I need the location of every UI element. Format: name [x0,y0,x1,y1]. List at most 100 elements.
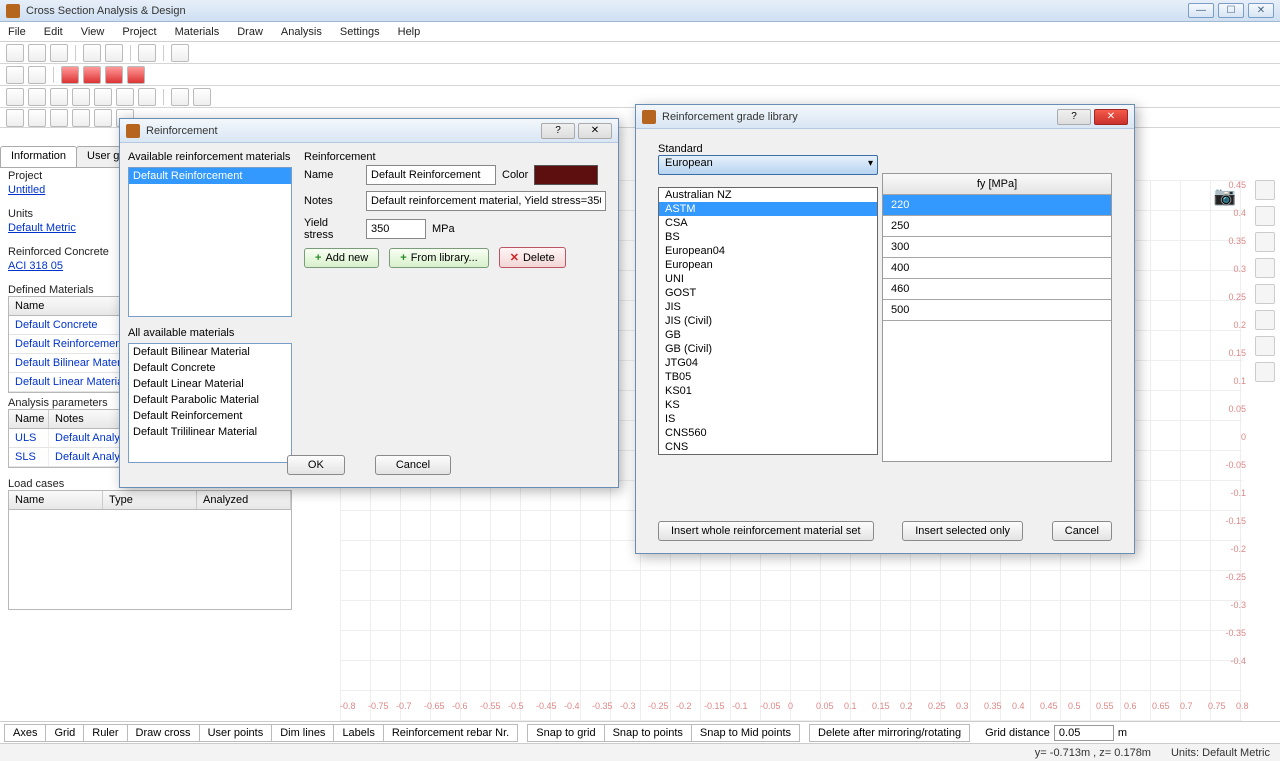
status-toggle[interactable]: Grid [45,724,84,742]
insert-all-button[interactable]: Insert whole reinforcement material set [658,521,874,541]
menu-view[interactable]: View [81,26,105,38]
color-swatch[interactable] [534,165,598,185]
dropdown-option[interactable]: KS [659,398,877,412]
dropdown-option[interactable]: JIS [659,300,877,314]
open-icon[interactable] [28,44,46,62]
yield-input[interactable] [366,219,426,239]
copy-icon[interactable] [50,109,68,127]
dropdown-option[interactable]: European04 [659,244,877,258]
list-item[interactable]: Default Linear Material [129,376,291,392]
snap-toggle[interactable]: Snap to points [604,724,692,742]
axes4-icon[interactable] [127,66,145,84]
check-icon[interactable] [94,109,112,127]
axes2-icon[interactable] [83,66,101,84]
standard-dropdown[interactable]: Australian NZASTMCSABSEuropean04European… [658,187,878,455]
add-new-button[interactable]: +Add new [304,248,379,268]
dropdown-option[interactable]: Australian NZ [659,188,877,202]
tool-d-icon[interactable] [72,88,90,106]
dialog-close-button[interactable]: ✕ [578,123,612,139]
rotate-tool-icon[interactable] [1255,232,1275,252]
tool-b-icon[interactable] [28,88,46,106]
from-library-button[interactable]: +From library... [389,248,488,268]
copy-tool-icon[interactable] [1255,284,1275,304]
delete-tool-icon[interactable] [1255,310,1275,330]
menu-project[interactable]: Project [122,26,156,38]
maximize-button[interactable]: ☐ [1218,3,1244,18]
status-toggle[interactable]: Draw cross [127,724,200,742]
ok-button[interactable]: OK [287,455,345,475]
dropdown-option[interactable]: TB05 [659,370,877,384]
fy-row[interactable]: 460 [883,279,1111,300]
zoom-extents-icon[interactable] [6,66,24,84]
menu-help[interactable]: Help [398,26,421,38]
dropdown-option[interactable]: GB (Civil) [659,342,877,356]
axes3-icon[interactable] [105,66,123,84]
save-icon[interactable] [50,44,68,62]
dropdown-option[interactable]: GB [659,328,877,342]
dropdown-option[interactable]: ASTM [659,202,877,216]
menu-file[interactable]: File [8,26,26,38]
lib-cancel-button[interactable]: Cancel [1052,521,1112,541]
delete-after-toggle[interactable]: Delete after mirroring/rotating [809,724,970,742]
status-toggle[interactable]: Labels [333,724,383,742]
fy-row[interactable]: 220 [883,195,1111,216]
lock-icon[interactable] [138,44,156,62]
tool-g-icon[interactable] [138,88,156,106]
dropdown-option[interactable]: IS [659,412,877,426]
standard-combo[interactable]: European [658,155,878,175]
tool-i-icon[interactable] [193,88,211,106]
tool-c-icon[interactable] [50,88,68,106]
dropdown-option[interactable]: JIS (Civil) [659,314,877,328]
curve-tool-icon[interactable] [1255,362,1275,382]
list-item[interactable]: Default Reinforcement [129,168,291,184]
snap-toggle[interactable]: Snap to Mid points [691,724,800,742]
status-toggle[interactable]: Dim lines [271,724,334,742]
dropdown-option[interactable]: GOST [659,286,877,300]
menu-settings[interactable]: Settings [340,26,380,38]
select-tool-icon[interactable] [1255,180,1275,200]
notes-input[interactable] [366,191,606,211]
list-item[interactable]: Default Parabolic Material [129,392,291,408]
tool-h-icon[interactable] [171,88,189,106]
list-item[interactable]: Default Concrete [129,360,291,376]
new-icon[interactable] [6,44,24,62]
menu-edit[interactable]: Edit [44,26,63,38]
help-button[interactable]: ? [1057,109,1091,125]
dropdown-option[interactable]: KS01 [659,384,877,398]
status-toggle[interactable]: Ruler [83,724,127,742]
fy-grid[interactable]: fy [MPa] 220250300400460500 [882,173,1112,462]
settings-icon[interactable] [171,44,189,62]
fy-row[interactable]: 400 [883,258,1111,279]
grid-dist-input[interactable] [1054,725,1114,741]
help-button[interactable]: ? [541,123,575,139]
status-toggle[interactable]: User points [199,724,273,742]
fy-row[interactable]: 500 [883,300,1111,321]
menu-materials[interactable]: Materials [175,26,220,38]
line-tool-icon[interactable] [1255,336,1275,356]
pan-icon[interactable] [28,109,46,127]
minimize-button[interactable]: — [1188,3,1214,18]
cancel-button[interactable]: Cancel [375,455,451,475]
mirror-tool-icon[interactable] [1255,258,1275,278]
dropdown-option[interactable]: CNS [659,440,877,454]
list-item[interactable]: Default Trililinear Material [129,424,291,440]
dropdown-option[interactable]: European [659,258,877,272]
tool-e-icon[interactable] [94,88,112,106]
dropdown-option[interactable]: JTG04 [659,356,877,370]
dropdown-option[interactable]: CNS560 [659,426,877,440]
tool-a-icon[interactable] [6,88,24,106]
avail-listbox[interactable]: Default Reinforcement [128,167,292,317]
status-toggle[interactable]: Reinforcement rebar Nr. [383,724,518,742]
menu-draw[interactable]: Draw [237,26,263,38]
status-toggle[interactable]: Axes [4,724,46,742]
tool-f-icon[interactable] [116,88,134,106]
dropdown-option[interactable]: CSA [659,216,877,230]
insert-selected-button[interactable]: Insert selected only [902,521,1023,541]
dialog-close-button[interactable]: ✕ [1094,109,1128,125]
undo-icon[interactable] [83,44,101,62]
dropdown-option[interactable]: BS [659,230,877,244]
list-item[interactable]: Default Reinforcement [129,408,291,424]
dim-icon[interactable] [6,109,24,127]
snap-toggle[interactable]: Snap to grid [527,724,604,742]
name-input[interactable] [366,165,496,185]
